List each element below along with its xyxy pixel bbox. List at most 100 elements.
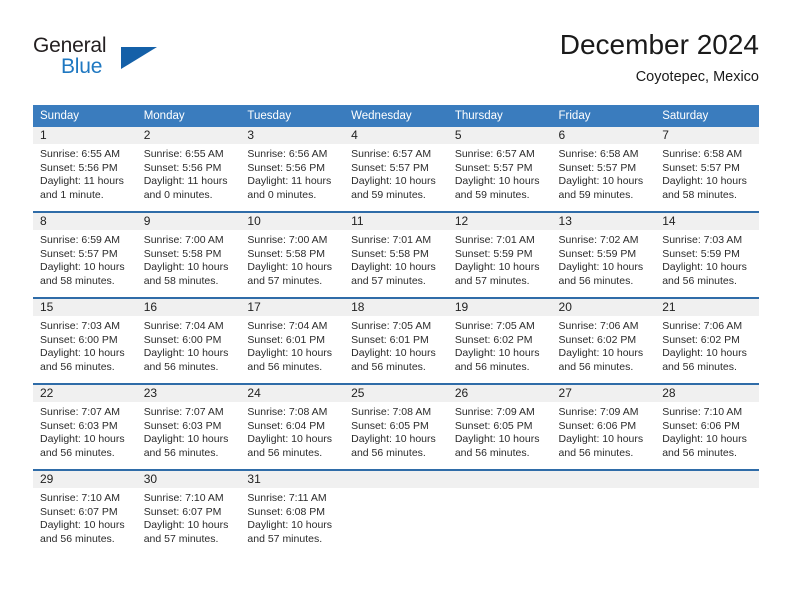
day-sun-info: Sunrise: 7:10 AM Sunset: 6:07 PM Daylight:… bbox=[137, 488, 241, 546]
daylight-text-line1: Daylight: 10 hours bbox=[454, 433, 540, 446]
day-sun-info bbox=[552, 488, 656, 492]
daylight-text-line2: and 58 minutes. bbox=[662, 188, 737, 201]
calendar-day-cell[interactable]: 25 Sunrise: 7:08 AM Sunset: 6:05 PM Dayligh… bbox=[344, 383, 448, 470]
calendar-day-cell[interactable]: 30 Sunrise: 7:10 AM Sunset: 6:07 PM Dayligh… bbox=[136, 469, 241, 555]
day-number: 21 bbox=[655, 299, 759, 316]
day-number: 10 bbox=[240, 213, 345, 230]
sunrise-text: Sunrise: 6:55 AM bbox=[143, 148, 224, 160]
day-number: 28 bbox=[655, 385, 759, 402]
sunrise-text: Sunrise: 7:09 AM bbox=[454, 406, 535, 418]
sunrise-text: Sunrise: 7:04 AM bbox=[247, 320, 328, 332]
daylight-text-line1: Daylight: 10 hours bbox=[40, 519, 125, 532]
daylight-text-line2: and 0 minutes. bbox=[247, 188, 317, 201]
daylight-text-line1: Daylight: 10 hours bbox=[143, 261, 229, 274]
daylight-text-line2: and 57 minutes. bbox=[247, 274, 323, 287]
calendar-day-cell[interactable]: 8 Sunrise: 6:59 AM Sunset: 5:57 PM Daylight… bbox=[33, 211, 137, 298]
sunset-text: Sunset: 5:57 PM bbox=[454, 161, 533, 174]
day-number bbox=[447, 471, 552, 488]
calendar-day-cell[interactable]: 16 Sunrise: 7:04 AM Sunset: 6:00 PM Dayligh… bbox=[136, 297, 241, 384]
calendar-day-cell[interactable]: 14 Sunrise: 7:03 AM Sunset: 5:59 PM Dayligh… bbox=[655, 211, 759, 298]
general-blue-logo[interactable]: General Blue bbox=[33, 34, 213, 92]
calendar-day-cell[interactable]: 5 Sunrise: 6:57 AM Sunset: 5:57 PM Daylight… bbox=[447, 127, 552, 212]
day-cell-content bbox=[551, 471, 656, 555]
sunset-text: Sunset: 6:03 PM bbox=[40, 419, 118, 432]
daylight-text-line2: and 56 minutes. bbox=[662, 360, 737, 373]
day-sun-info: Sunrise: 7:08 AM Sunset: 6:05 PM Daylight:… bbox=[344, 402, 448, 460]
day-sun-info: Sunrise: 6:58 AM Sunset: 5:57 PM Daylight:… bbox=[552, 144, 656, 202]
sunset-text: Sunset: 5:59 PM bbox=[558, 247, 637, 260]
daylight-text-line1: Daylight: 10 hours bbox=[40, 261, 125, 274]
day-sun-info: Sunrise: 7:06 AM Sunset: 6:02 PM Daylight:… bbox=[552, 316, 656, 374]
sunset-text: Sunset: 5:57 PM bbox=[351, 161, 429, 174]
calendar-week-row: 1 Sunrise: 6:55 AM Sunset: 5:56 PM Daylight… bbox=[33, 127, 759, 212]
logo-text-blue: Blue bbox=[61, 55, 103, 78]
daylight-text-line2: and 57 minutes. bbox=[247, 532, 323, 545]
calendar-day-cell[interactable]: 10 Sunrise: 7:00 AM Sunset: 5:58 PM Dayligh… bbox=[240, 211, 345, 298]
sunrise-text: Sunrise: 7:00 AM bbox=[247, 234, 328, 246]
calendar-day-cell[interactable]: 12 Sunrise: 7:01 AM Sunset: 5:59 PM Dayligh… bbox=[447, 211, 552, 298]
calendar-day-cell[interactable]: 13 Sunrise: 7:02 AM Sunset: 5:59 PM Dayligh… bbox=[551, 211, 656, 298]
day-cell-content: 21 Sunrise: 7:06 AM Sunset: 6:02 PM Dayligh… bbox=[655, 299, 759, 383]
day-sun-info bbox=[655, 488, 759, 492]
calendar-week-row: 22 Sunrise: 7:07 AM Sunset: 6:03 PM Dayligh… bbox=[33, 383, 759, 470]
calendar-day-cell[interactable]: 15 Sunrise: 7:03 AM Sunset: 6:00 PM Dayligh… bbox=[33, 297, 137, 384]
day-sun-info: Sunrise: 7:08 AM Sunset: 6:04 PM Daylight:… bbox=[240, 402, 344, 460]
day-sun-info: Sunrise: 7:05 AM Sunset: 6:02 PM Daylight:… bbox=[448, 316, 552, 374]
day-cell-content: 26 Sunrise: 7:09 AM Sunset: 6:05 PM Dayligh… bbox=[447, 385, 552, 469]
calendar-day-cell[interactable] bbox=[551, 469, 656, 555]
calendar-day-cell[interactable] bbox=[447, 469, 552, 555]
sunset-text: Sunset: 6:05 PM bbox=[454, 419, 533, 432]
day-cell-content: 11 Sunrise: 7:01 AM Sunset: 5:58 PM Dayligh… bbox=[344, 213, 448, 297]
calendar-day-cell[interactable]: 4 Sunrise: 6:57 AM Sunset: 5:57 PM Daylight… bbox=[344, 127, 448, 212]
calendar-day-cell[interactable]: 23 Sunrise: 7:07 AM Sunset: 6:03 PM Dayligh… bbox=[136, 383, 241, 470]
day-number: 20 bbox=[551, 299, 656, 316]
calendar-day-cell[interactable]: 2 Sunrise: 6:55 AM Sunset: 5:56 PM Daylight… bbox=[136, 127, 241, 212]
calendar-week-row: 15 Sunrise: 7:03 AM Sunset: 6:00 PM Dayligh… bbox=[33, 297, 759, 384]
calendar-day-cell[interactable]: 27 Sunrise: 7:09 AM Sunset: 6:06 PM Dayligh… bbox=[551, 383, 656, 470]
calendar-day-cell[interactable]: 11 Sunrise: 7:01 AM Sunset: 5:58 PM Dayligh… bbox=[344, 211, 448, 298]
daylight-text-line1: Daylight: 10 hours bbox=[454, 347, 540, 360]
daylight-text-line2: and 57 minutes. bbox=[143, 532, 219, 545]
calendar-day-cell[interactable]: 21 Sunrise: 7:06 AM Sunset: 6:02 PM Dayligh… bbox=[655, 297, 759, 384]
day-cell-content: 7 Sunrise: 6:58 AM Sunset: 5:57 PM Daylight… bbox=[655, 127, 759, 211]
daylight-text-line1: Daylight: 10 hours bbox=[558, 347, 644, 360]
daylight-text-line1: Daylight: 10 hours bbox=[662, 347, 747, 360]
sunrise-text: Sunrise: 6:57 AM bbox=[454, 148, 535, 160]
calendar-day-cell[interactable] bbox=[655, 469, 759, 555]
daylight-text-line2: and 56 minutes. bbox=[143, 446, 219, 459]
calendar-day-cell[interactable]: 6 Sunrise: 6:58 AM Sunset: 5:57 PM Daylight… bbox=[551, 127, 656, 212]
sunrise-text: Sunrise: 7:10 AM bbox=[662, 406, 743, 418]
calendar-day-cell[interactable] bbox=[344, 469, 448, 555]
calendar-day-cell[interactable]: 31 Sunrise: 7:11 AM Sunset: 6:08 PM Dayligh… bbox=[240, 469, 345, 555]
day-sun-info: Sunrise: 6:57 AM Sunset: 5:57 PM Daylight:… bbox=[448, 144, 552, 202]
calendar-day-cell[interactable]: 26 Sunrise: 7:09 AM Sunset: 6:05 PM Dayligh… bbox=[447, 383, 552, 470]
calendar-day-cell[interactable]: 17 Sunrise: 7:04 AM Sunset: 6:01 PM Dayligh… bbox=[240, 297, 345, 384]
calendar-day-cell[interactable]: 19 Sunrise: 7:05 AM Sunset: 6:02 PM Dayligh… bbox=[447, 297, 552, 384]
day-cell-content: 16 Sunrise: 7:04 AM Sunset: 6:00 PM Dayligh… bbox=[136, 299, 241, 383]
sunset-text: Sunset: 5:56 PM bbox=[143, 161, 222, 174]
calendar-day-cell[interactable]: 9 Sunrise: 7:00 AM Sunset: 5:58 PM Daylight… bbox=[136, 211, 241, 298]
calendar-day-cell[interactable]: 18 Sunrise: 7:05 AM Sunset: 6:01 PM Dayligh… bbox=[344, 297, 448, 384]
day-sun-info: Sunrise: 6:56 AM Sunset: 5:56 PM Daylight:… bbox=[240, 144, 344, 202]
calendar-day-cell[interactable]: 7 Sunrise: 6:58 AM Sunset: 5:57 PM Daylight… bbox=[655, 127, 759, 212]
day-cell-content: 23 Sunrise: 7:07 AM Sunset: 6:03 PM Dayligh… bbox=[136, 385, 241, 469]
daylight-text-line2: and 56 minutes. bbox=[454, 446, 530, 459]
calendar-day-cell[interactable]: 22 Sunrise: 7:07 AM Sunset: 6:03 PM Dayligh… bbox=[33, 383, 137, 470]
sunrise-text: Sunrise: 7:10 AM bbox=[40, 492, 120, 504]
day-number: 7 bbox=[655, 127, 759, 144]
daylight-text-line1: Daylight: 10 hours bbox=[351, 433, 436, 446]
calendar-day-cell[interactable]: 24 Sunrise: 7:08 AM Sunset: 6:04 PM Dayligh… bbox=[240, 383, 345, 470]
logo-triangle-icon bbox=[121, 47, 157, 69]
day-number: 3 bbox=[240, 127, 345, 144]
calendar-day-cell[interactable]: 29 Sunrise: 7:10 AM Sunset: 6:07 PM Dayligh… bbox=[33, 469, 137, 555]
calendar-day-cell[interactable]: 28 Sunrise: 7:10 AM Sunset: 6:06 PM Dayligh… bbox=[655, 383, 759, 470]
day-number: 6 bbox=[551, 127, 656, 144]
calendar-day-cell[interactable]: 20 Sunrise: 7:06 AM Sunset: 6:02 PM Dayligh… bbox=[551, 297, 656, 384]
day-number: 15 bbox=[33, 299, 137, 316]
daylight-text-line2: and 56 minutes. bbox=[351, 446, 426, 459]
daylight-text-line1: Daylight: 10 hours bbox=[40, 433, 125, 446]
calendar-day-cell[interactable]: 1 Sunrise: 6:55 AM Sunset: 5:56 PM Daylight… bbox=[33, 127, 137, 212]
daylight-text-line2: and 56 minutes. bbox=[558, 274, 634, 287]
calendar-day-cell[interactable]: 3 Sunrise: 6:56 AM Sunset: 5:56 PM Daylight… bbox=[240, 127, 345, 212]
calendar-week-row: 8 Sunrise: 6:59 AM Sunset: 5:57 PM Daylight… bbox=[33, 211, 759, 298]
